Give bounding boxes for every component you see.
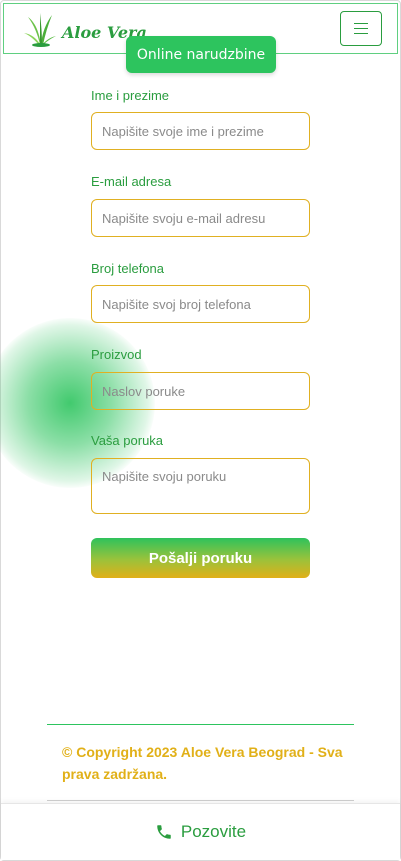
phone-label: Broj telefona [91, 261, 164, 276]
menu-toggle-button[interactable] [340, 11, 382, 46]
call-label: Pozovite [180, 822, 247, 841]
message-label: Vaša poruka [91, 433, 164, 448]
hamburger-icon [354, 24, 368, 33]
name-input[interactable] [91, 112, 310, 150]
footer-divider-bottom [47, 800, 354, 801]
copyright-text: © Copyright 2023 Aloe Vera Beograd - Sva… [62, 744, 343, 782]
phone-icon [157, 825, 171, 839]
name-label: Ime i prezime [91, 88, 170, 103]
phone-input[interactable] [91, 285, 310, 323]
product-label: Proizvod [91, 347, 142, 362]
aloe-plant-icon [24, 13, 56, 47]
online-orders-badge: Online narudzbine [126, 36, 276, 73]
product-input[interactable] [91, 372, 310, 410]
call-button[interactable]: Pozovite [1, 803, 400, 860]
email-label: E-mail adresa [91, 174, 172, 189]
email-input[interactable] [91, 199, 310, 237]
send-message-button[interactable]: Pošalji poruku [91, 538, 310, 578]
message-textarea[interactable] [91, 458, 310, 514]
footer-divider-top [47, 724, 354, 725]
